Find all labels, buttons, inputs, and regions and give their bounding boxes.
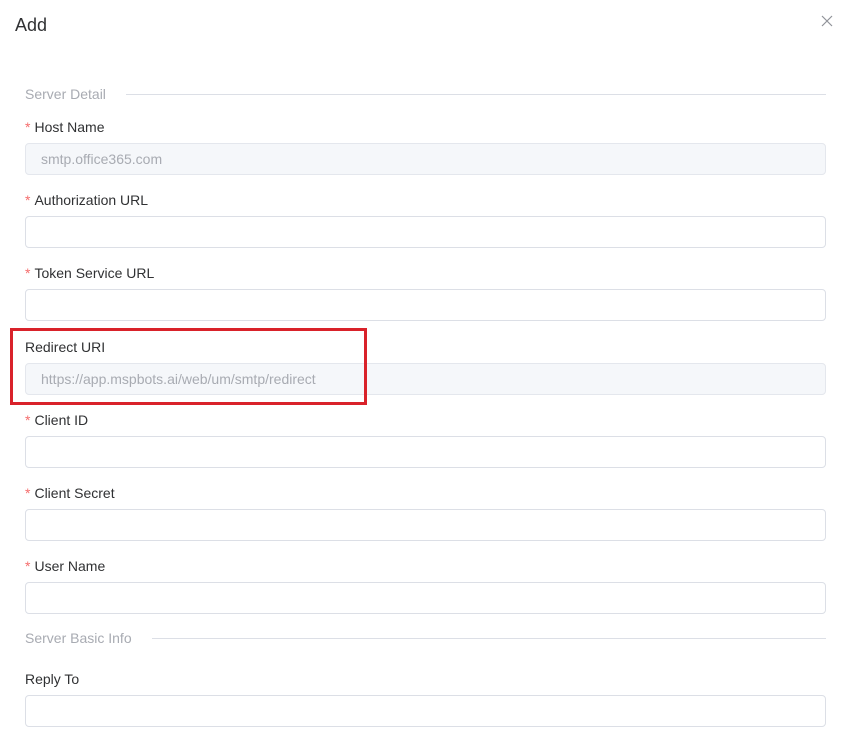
close-icon[interactable] xyxy=(820,14,836,30)
redirect-uri-input xyxy=(25,363,826,395)
required-mark: * xyxy=(25,485,31,501)
required-mark: * xyxy=(25,265,31,281)
divider-line xyxy=(125,93,826,95)
server-basic-info-divider: Server Basic Info xyxy=(25,628,826,648)
user-name-label: * User Name xyxy=(25,557,105,575)
client-secret-input[interactable] xyxy=(25,509,826,541)
token-service-url-label: * Token Service URL xyxy=(25,264,154,282)
client-id-input[interactable] xyxy=(25,436,826,468)
client-id-label: * Client ID xyxy=(25,411,88,429)
server-detail-heading: Server Detail xyxy=(25,86,106,102)
token-service-url-label-text: Token Service URL xyxy=(34,265,155,281)
authorization-url-label-text: Authorization URL xyxy=(34,192,149,208)
host-name-label-text: Host Name xyxy=(34,119,105,135)
reply-to-input[interactable] xyxy=(25,695,826,727)
server-basic-info-heading: Server Basic Info xyxy=(25,630,132,646)
user-name-label-text: User Name xyxy=(34,558,106,574)
client-secret-label-text: Client Secret xyxy=(34,485,115,501)
host-name-label: * Host Name xyxy=(25,118,104,136)
redirect-uri-label: Redirect URI xyxy=(25,339,106,355)
authorization-url-label: * Authorization URL xyxy=(25,191,148,209)
client-secret-label: * Client Secret xyxy=(25,484,115,502)
required-mark: * xyxy=(25,192,31,208)
client-id-label-text: Client ID xyxy=(34,412,89,428)
divider-line xyxy=(151,637,826,639)
host-name-input xyxy=(25,143,826,175)
reply-to-label: Reply To xyxy=(25,671,80,687)
user-name-input[interactable] xyxy=(25,582,826,614)
add-dialog: Add Server Detail *Host Name *Authorizat… xyxy=(0,0,850,735)
authorization-url-input[interactable] xyxy=(25,216,826,248)
dialog-title: Add xyxy=(15,15,48,35)
server-detail-divider: Server Detail xyxy=(25,84,826,104)
required-mark: * xyxy=(25,119,31,135)
required-mark: * xyxy=(25,558,31,574)
required-mark: * xyxy=(25,412,31,428)
token-service-url-input[interactable] xyxy=(25,289,826,321)
